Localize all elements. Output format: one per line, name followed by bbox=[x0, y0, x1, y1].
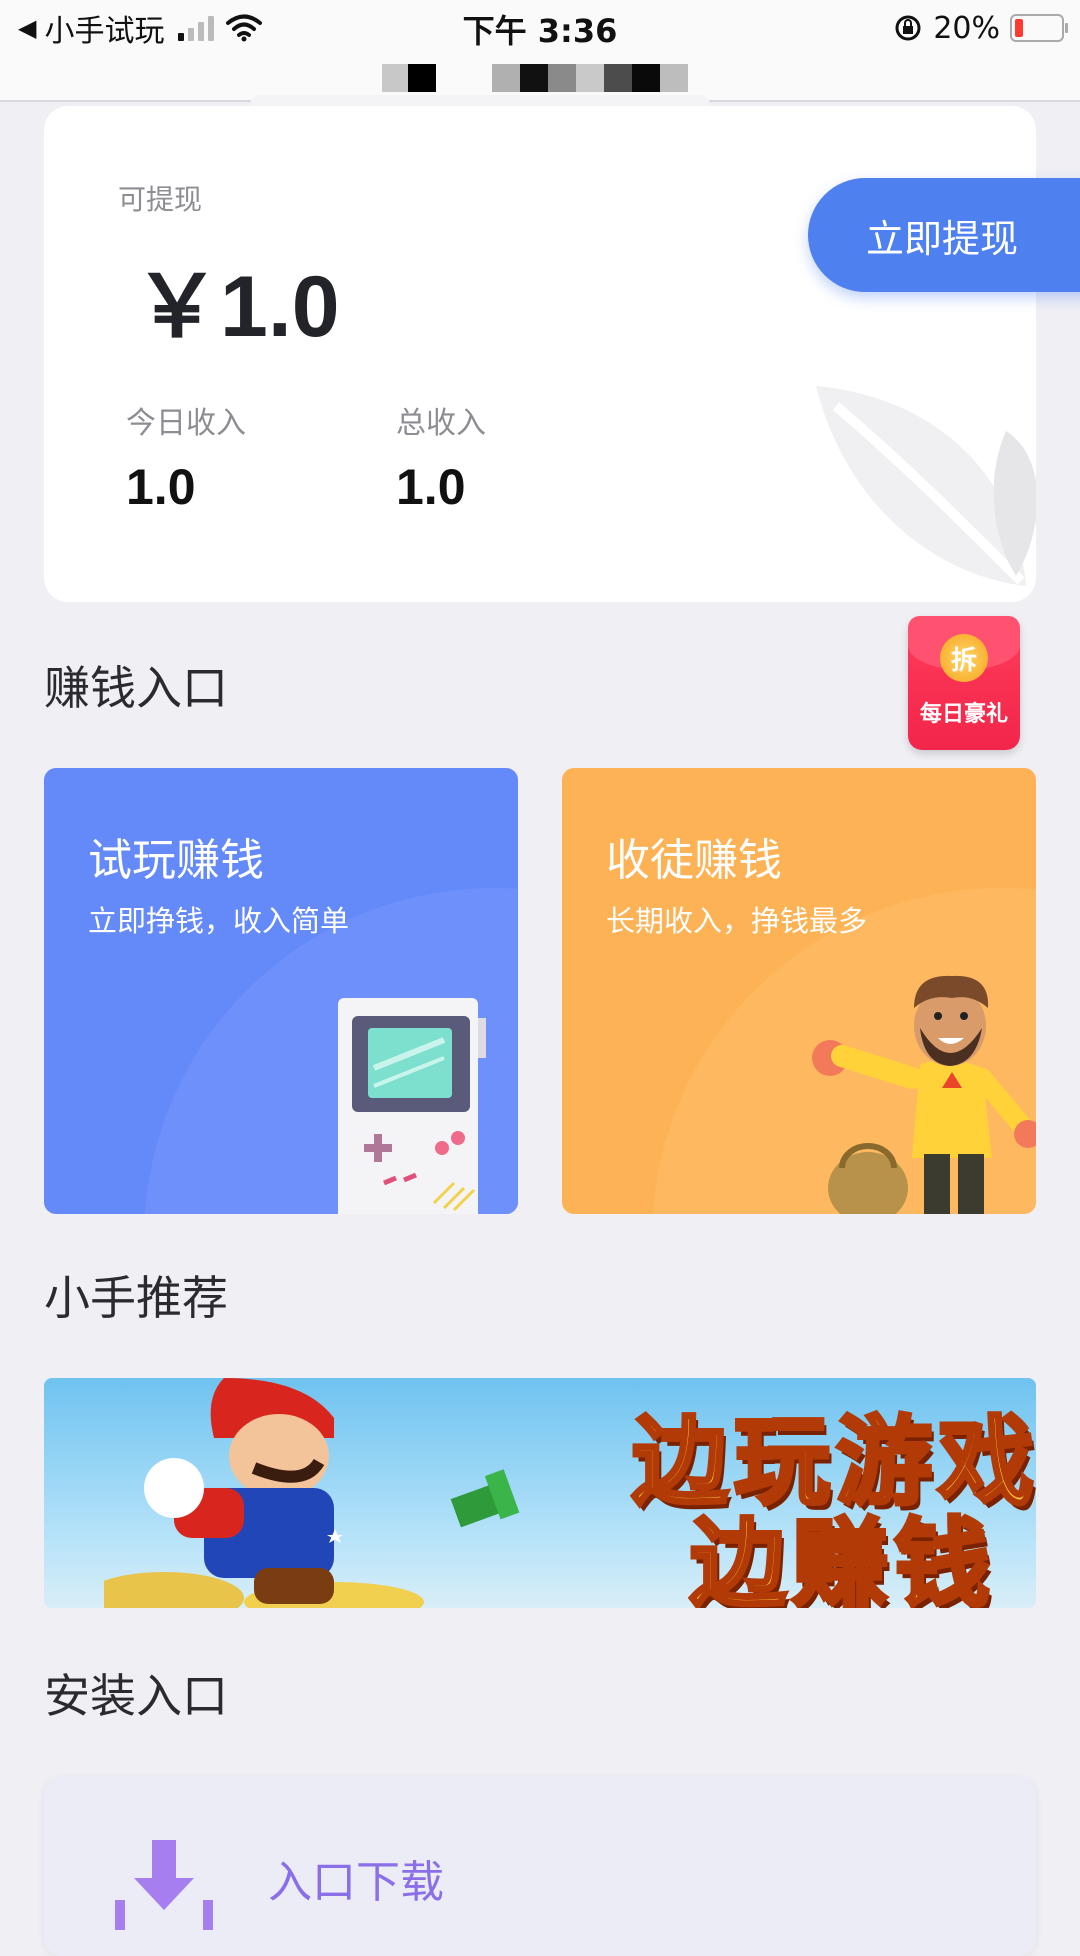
status-right: 20% bbox=[893, 8, 1068, 48]
total-income-label: 总收入 bbox=[396, 406, 486, 441]
total-income-value: 1.0 bbox=[396, 459, 466, 515]
withdrawable-label: 可提现 bbox=[118, 183, 203, 216]
gift-coin-icon: 拆 bbox=[940, 634, 988, 682]
promo-banner[interactable]: 边玩游戏 边赚钱 bbox=[44, 1378, 1036, 1608]
recruit-earn-title: 收徒赚钱 bbox=[606, 835, 782, 886]
pipe-icon bbox=[450, 1469, 520, 1528]
pixelated-title bbox=[382, 64, 688, 92]
download-icon bbox=[115, 1840, 213, 1930]
orientation-lock-icon bbox=[895, 15, 921, 41]
withdrawable-amount: ￥1.0 bbox=[134, 259, 340, 355]
daily-gift-button[interactable]: 拆 每日豪礼 bbox=[908, 616, 1020, 750]
today-income-label: 今日收入 bbox=[126, 406, 246, 441]
status-bar: ◀ 小手试玩 下午 3:36 20% bbox=[0, 0, 1080, 60]
gameboy-icon bbox=[338, 998, 486, 1214]
mario-illustration-icon bbox=[104, 1378, 424, 1608]
daily-gift-label: 每日豪礼 bbox=[919, 702, 1008, 727]
recruit-earn-card[interactable]: 收徒赚钱 长期收入，挣钱最多 bbox=[562, 768, 1036, 1214]
battery-icon bbox=[1010, 14, 1068, 42]
install-section-title: 安装入口 bbox=[44, 1669, 228, 1723]
trial-earn-title: 试玩赚钱 bbox=[88, 835, 264, 886]
install-download-label: 入口下载 bbox=[268, 1857, 444, 1908]
earn-section-title: 赚钱入口 bbox=[44, 661, 228, 715]
withdraw-button[interactable]: 立即提现 bbox=[808, 178, 1080, 292]
leaf-watermark-icon bbox=[816, 386, 1036, 586]
recruit-earn-subtitle: 长期收入，挣钱最多 bbox=[606, 904, 868, 938]
battery-percent: 20% bbox=[933, 10, 1000, 46]
trial-earn-subtitle: 立即挣钱，收入简单 bbox=[88, 904, 350, 938]
banner-line2: 边赚钱 bbox=[688, 1506, 996, 1608]
trial-earn-card[interactable]: 试玩赚钱 立即挣钱，收入简单 bbox=[44, 768, 518, 1214]
character-illustration-icon bbox=[812, 975, 1036, 1214]
install-download-card[interactable]: 入口下载 bbox=[44, 1776, 1036, 1956]
recommend-section-title: 小手推荐 bbox=[44, 1271, 228, 1325]
today-income-value: 1.0 bbox=[126, 459, 196, 515]
